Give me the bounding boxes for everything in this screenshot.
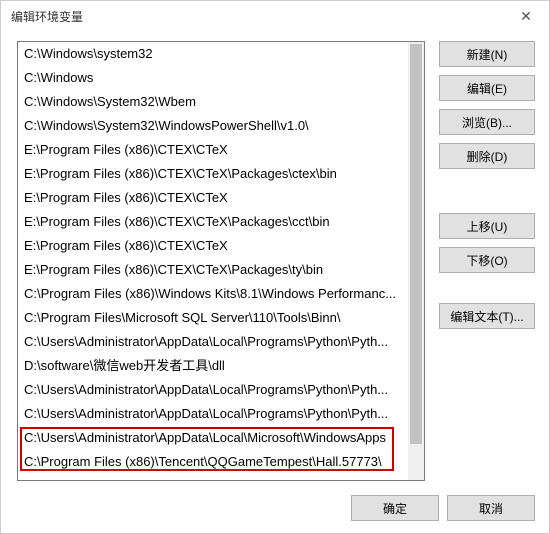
side-buttons: 新建(N) 编辑(E) 浏览(B)... 删除(D) 上移(U) 下移(O) 编… bbox=[439, 41, 535, 485]
list-item[interactable]: E:\Program Files (x86)\CTEX\CTeX\Package… bbox=[18, 258, 408, 282]
ok-button[interactable]: 确定 bbox=[351, 495, 439, 521]
edittext-button[interactable]: 编辑文本(T)... bbox=[439, 303, 535, 329]
list-item[interactable]: C:\Users\Administrator\AppData\Local\Mic… bbox=[18, 426, 408, 450]
list-item[interactable]: C:\Windows\System32\Wbem bbox=[18, 90, 408, 114]
scrollbar-thumb[interactable] bbox=[410, 44, 422, 444]
list-item[interactable]: C:\Program Files (x86)\Windows Kits\8.1\… bbox=[18, 282, 408, 306]
path-listbox[interactable]: C:\Windows\system32C:\WindowsC:\Windows\… bbox=[17, 41, 425, 481]
edit-button[interactable]: 编辑(E) bbox=[439, 75, 535, 101]
scrollbar[interactable] bbox=[408, 42, 424, 480]
list-item[interactable]: D:\software\微信web开发者工具\dll bbox=[18, 354, 408, 378]
close-icon[interactable]: ✕ bbox=[511, 1, 541, 31]
content-area: C:\Windows\system32C:\WindowsC:\Windows\… bbox=[1, 31, 549, 485]
browse-button[interactable]: 浏览(B)... bbox=[439, 109, 535, 135]
list-item[interactable]: E:\Program Files (x86)\CTEX\CTeX\Package… bbox=[18, 162, 408, 186]
movedown-button[interactable]: 下移(O) bbox=[439, 247, 535, 273]
cancel-button[interactable]: 取消 bbox=[447, 495, 535, 521]
dialog-title: 编辑环境变量 bbox=[11, 8, 83, 25]
list-item[interactable]: C:\Windows\system32 bbox=[18, 42, 408, 66]
list-item[interactable]: E:\Program Files (x86)\CTEX\CTeX\Package… bbox=[18, 210, 408, 234]
list-item[interactable]: E:\Program Files (x86)\CTEX\CTeX bbox=[18, 186, 408, 210]
edit-env-var-dialog: 编辑环境变量 ✕ C:\Windows\system32C:\WindowsC:… bbox=[0, 0, 550, 534]
list-item[interactable]: C:\Windows bbox=[18, 66, 408, 90]
new-button[interactable]: 新建(N) bbox=[439, 41, 535, 67]
list-item[interactable]: C:\Users\Administrator\AppData\Local\Pro… bbox=[18, 330, 408, 354]
list-item[interactable]: C:\Users\Administrator\AppData\Local\Pro… bbox=[18, 378, 408, 402]
list-item[interactable]: C:\Windows\System32\WindowsPowerShell\v1… bbox=[18, 114, 408, 138]
titlebar: 编辑环境变量 ✕ bbox=[1, 1, 549, 31]
delete-button[interactable]: 删除(D) bbox=[439, 143, 535, 169]
list-item[interactable]: E:\Program Files (x86)\CTEX\CTeX bbox=[18, 234, 408, 258]
list-item[interactable]: C:\Program Files (x86)\Tencent\QQGameTem… bbox=[18, 450, 408, 474]
footer: 确定 取消 bbox=[1, 485, 549, 533]
list-item[interactable]: E:\Program Files (x86)\CTEX\CTeX bbox=[18, 138, 408, 162]
list-item[interactable]: D:\software\PyCharm 2022.1\bin bbox=[18, 474, 408, 480]
list-item[interactable]: C:\Users\Administrator\AppData\Local\Pro… bbox=[18, 402, 408, 426]
list-item[interactable]: C:\Program Files\Microsoft SQL Server\11… bbox=[18, 306, 408, 330]
moveup-button[interactable]: 上移(U) bbox=[439, 213, 535, 239]
